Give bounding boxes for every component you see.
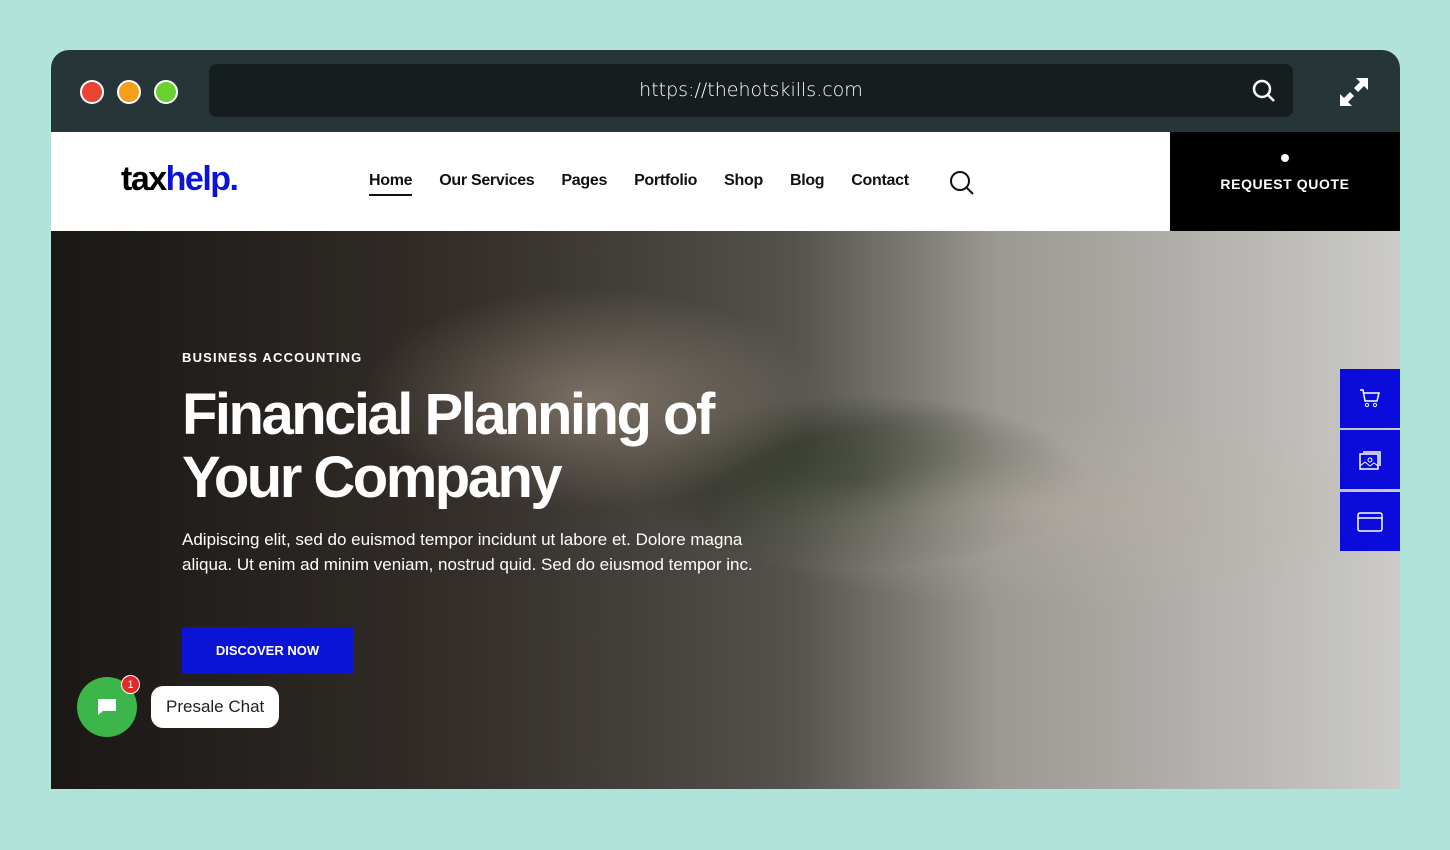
hero-kicker: BUSINESS ACCOUNTING	[182, 350, 363, 365]
browser-chrome: https://thehotskills.com	[51, 50, 1400, 132]
dot-decoration	[1281, 154, 1289, 162]
main-menu: Home Our Services Pages Portfolio Shop B…	[369, 172, 909, 196]
chat-notification-badge: 1	[121, 675, 140, 694]
maximize-dot[interactable]	[154, 80, 178, 104]
gallery-button[interactable]	[1340, 430, 1400, 489]
minimize-dot[interactable]	[117, 80, 141, 104]
gallery-icon	[1359, 450, 1381, 470]
nav-pages[interactable]: Pages	[561, 172, 607, 196]
expand-icon[interactable]	[1338, 76, 1370, 108]
site-search-icon[interactable]	[949, 170, 975, 196]
window-button[interactable]	[1340, 492, 1400, 551]
nav-our-services[interactable]: Our Services	[439, 172, 534, 196]
logo-text-accent: help.	[165, 160, 239, 198]
chat-bubble-icon	[98, 699, 116, 715]
nav-shop[interactable]: Shop	[724, 172, 763, 196]
nav-home[interactable]: Home	[369, 172, 413, 196]
discover-now-button[interactable]: DISCOVER NOW	[182, 627, 353, 674]
nav-portfolio[interactable]: Portfolio	[634, 172, 697, 196]
search-icon[interactable]	[1251, 78, 1277, 104]
url-text: https://thehotskills.com	[639, 79, 863, 101]
site-header: taxhelp. Home Our Services Pages Portfol…	[51, 132, 1400, 231]
browser-window: https://thehotskills.com taxhelp. Home O…	[51, 50, 1400, 789]
logo-text: tax	[121, 160, 167, 198]
hero-section: BUSINESS ACCOUNTING Financial Planning o…	[51, 231, 1400, 789]
hero-text: Adipiscing elit, sed do euismod tempor i…	[182, 530, 753, 574]
hero-title: Financial Planning of Your Company	[182, 382, 715, 510]
browser-window-icon	[1357, 511, 1383, 532]
cart-icon	[1360, 388, 1380, 407]
logo[interactable]: taxhelp.	[121, 160, 239, 199]
cart-button[interactable]	[1340, 369, 1400, 428]
request-quote-button[interactable]: REQUEST QUOTE	[1170, 132, 1400, 231]
nav-blog[interactable]: Blog	[790, 172, 825, 196]
presale-chat-label[interactable]: Presale Chat	[151, 686, 280, 728]
request-quote-label: REQUEST QUOTE	[1220, 176, 1350, 192]
nav-contact[interactable]: Contact	[851, 172, 909, 196]
address-bar[interactable]: https://thehotskills.com	[209, 64, 1293, 117]
close-dot[interactable]	[80, 80, 104, 104]
